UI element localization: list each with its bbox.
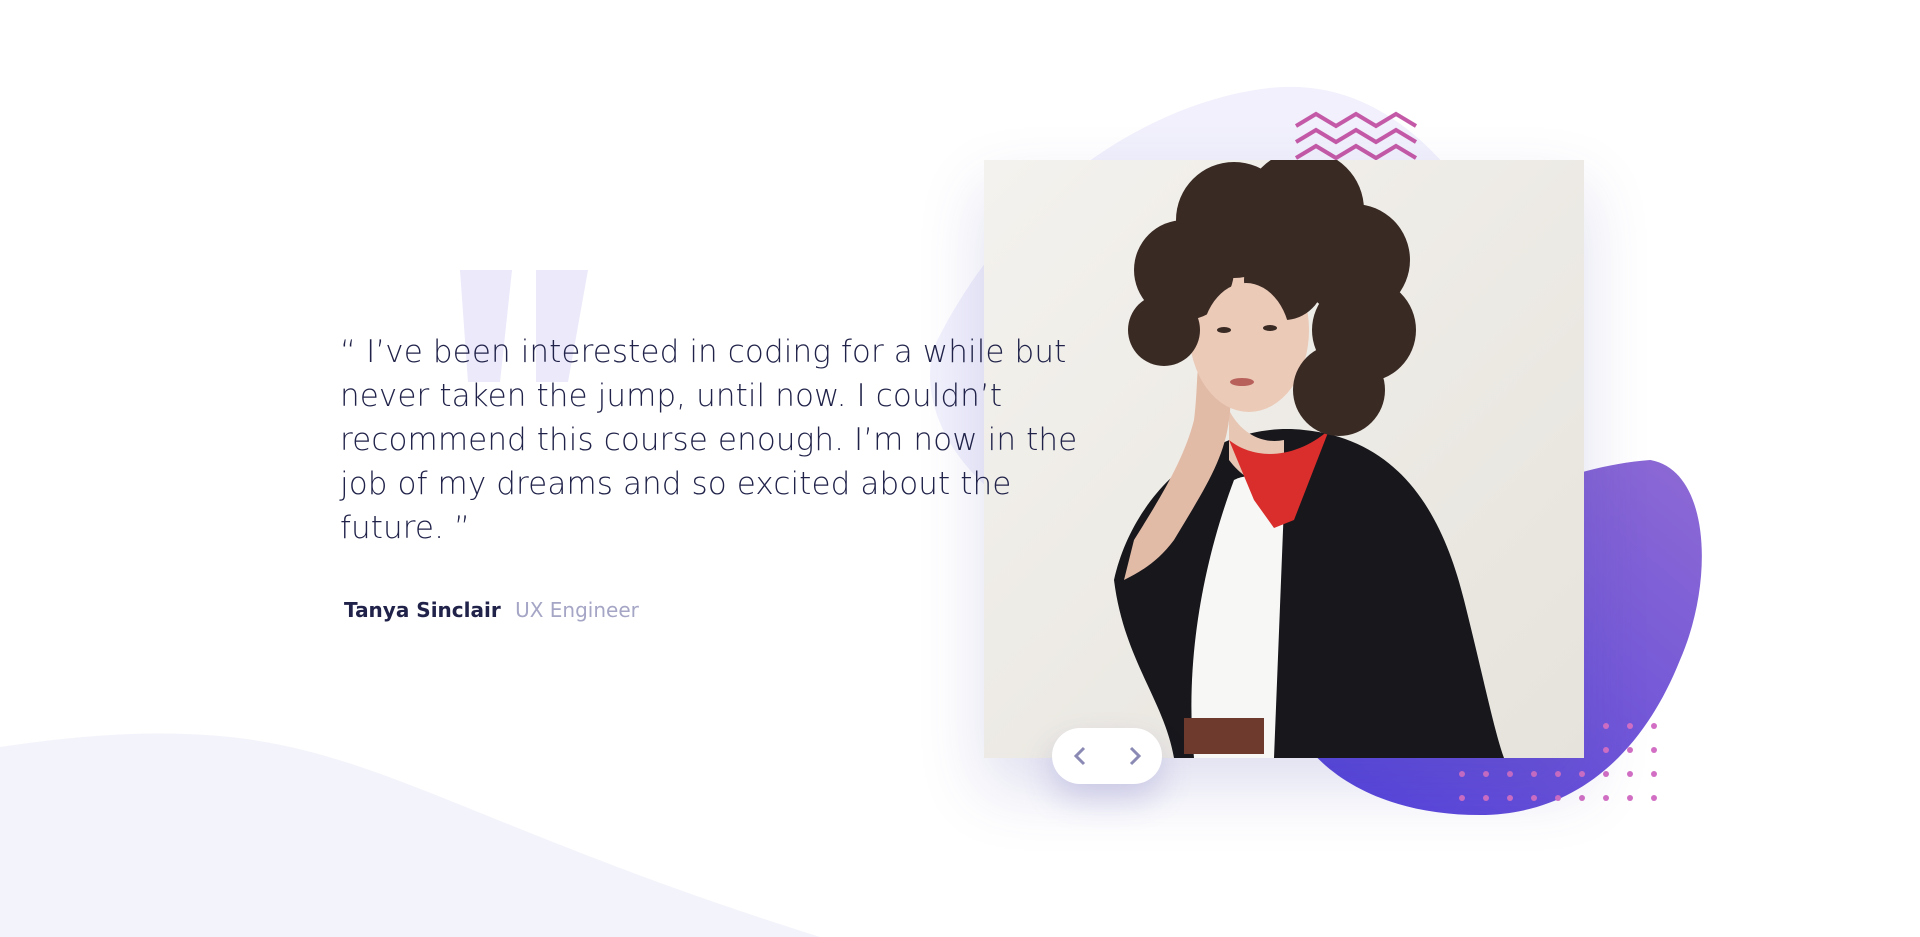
author-role: UX Engineer <box>515 598 639 622</box>
author-name: Tanya Sinclair <box>344 598 501 622</box>
testimonial-quote: “ I’ve been interested in coding for a w… <box>340 334 1078 546</box>
testimonial-author: Tanya Sinclair UX Engineer <box>344 598 1100 622</box>
chevron-left-icon <box>1073 746 1085 766</box>
next-button[interactable] <box>1115 736 1155 776</box>
testimonial-block: “ I’ve been interested in coding for a w… <box>340 330 1100 622</box>
prev-button[interactable] <box>1060 736 1100 776</box>
slider-nav <box>1052 728 1162 784</box>
chevron-right-icon <box>1129 746 1141 766</box>
testimonial-page: “ I’ve been interested in coding for a w… <box>0 0 1920 937</box>
